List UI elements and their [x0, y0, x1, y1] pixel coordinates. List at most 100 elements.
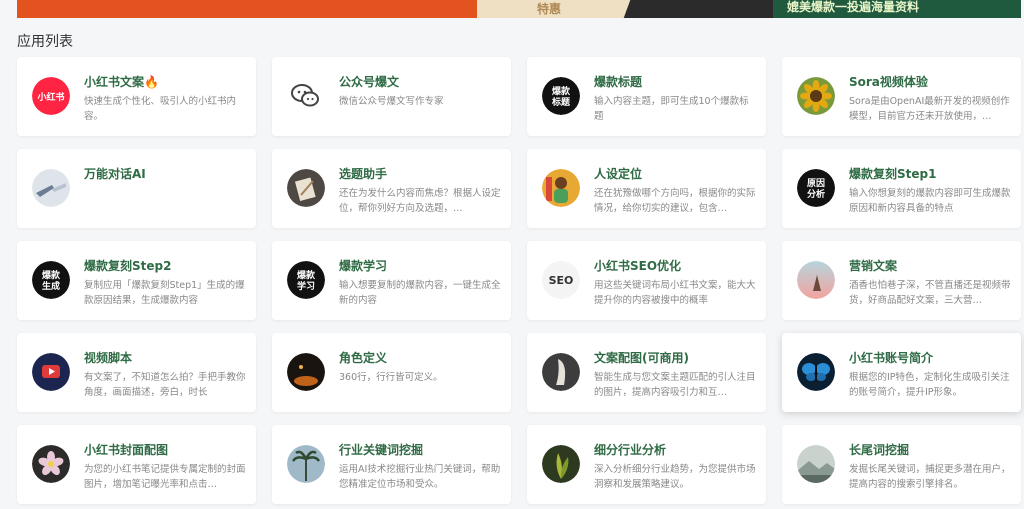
app-card-description: 微信公众号爆文写作专家: [339, 96, 444, 107]
app-card-title: 营销文案: [849, 259, 898, 273]
app-card[interactable]: 小红书封面配图为您的小红书笔记提供专属定制的封面图片，增加笔记曝光率和点击…: [17, 425, 256, 504]
section-title: 应用列表: [17, 34, 73, 50]
generate-icon-graphic: 爆款生成: [32, 261, 70, 299]
banner-segment-right: 媲美爆款一投遍海量资料: [773, 0, 1021, 18]
app-card-description: 根据您的IP特色，定制化生成吸引关注的账号简介，提升IP形象。: [849, 372, 1010, 398]
app-card-title: 角色定义: [339, 351, 388, 365]
butterfly-icon-graphic: [797, 353, 835, 391]
app-card-title: 人设定位: [594, 167, 643, 181]
app-card-description: 还在为发什么内容而焦虑？根据人设定位，帮你列好方向及选题，…: [339, 188, 501, 214]
app-card[interactable]: 营销文案 酒香也怕巷子深，不管直播还是视频带货，好商品配好文案，三大营…: [782, 241, 1021, 320]
app-card[interactable]: 长尾词挖掘发掘长尾关键词，捕捉更多潜在用户，提高内容的搜索引擎排名。: [782, 425, 1021, 504]
app-card-description: 快速生成个性化、吸引人的小红书内容。: [84, 96, 237, 122]
app-card-title: 长尾词挖掘: [849, 443, 910, 457]
app-card[interactable]: 爆款 标题 爆款标题 输入内容主题，即可生成10个爆款标题: [527, 57, 766, 136]
video-play-icon-graphic: [32, 353, 70, 391]
flower-icon-graphic: [32, 445, 70, 483]
app-card-description: 输入想要复制的爆款内容，一键生成全新的内容: [339, 280, 501, 306]
app-card-description: 发掘长尾关键词，捕捉更多潜在用户，提高内容的搜索引擎排名。: [849, 464, 1011, 490]
app-card[interactable]: 万能对话AI: [17, 149, 256, 228]
plant-icon: [542, 445, 580, 483]
app-card[interactable]: Sora视频体验 Sora是由OpenAI最新开发的视频创作模型，目前官方还未开放…: [782, 57, 1021, 136]
app-card-title: 选题助手: [339, 167, 388, 181]
app-card[interactable]: 细分行业分析深入分析细分行业趋势，为您提供市场洞察和发展策略建议。: [527, 425, 766, 504]
butterfly-icon: [797, 353, 835, 391]
app-card-title: 小红书封面配图: [84, 443, 169, 457]
app-card-description: 用这些关键词布局小红书文案，能大大提升你的内容被搜中的概率: [594, 280, 756, 306]
flower-icon: [32, 445, 70, 483]
palm-tree-icon-graphic: [287, 445, 325, 483]
sunflower-icon-graphic: [797, 77, 835, 115]
palm-tree-icon: [287, 445, 325, 483]
app-card[interactable]: 原因 分析 爆款复刻Step1 输入你想复刻的爆款内容即可生成爆款原因和新内容具备的特…: [782, 149, 1021, 228]
study-icon-graphic: 爆款学习: [287, 261, 325, 299]
top-banner[interactable]: 特惠 媲美爆款一投遍海量资料: [17, 0, 1021, 18]
app-card[interactable]: 爆款 学习 爆款学习 输入想要复制的爆款内容，一键生成全新的内容: [272, 241, 511, 320]
xiaohongshu-logo-icon: 小红书: [32, 77, 70, 115]
banner-segment-left: [17, 0, 477, 18]
app-card-title: 行业关键词挖掘: [339, 443, 424, 457]
app-card[interactable]: 人设定位还在犹豫做哪个方向吗，根据你的实际情况，给你切实的建议，包含…: [527, 149, 766, 228]
app-card-title: 爆款复刻Step2: [84, 259, 172, 273]
app-card-title: 万能对话AI: [84, 167, 146, 181]
notebook-icon-graphic: [287, 169, 325, 207]
app-card-description: 360行，行行皆可定义。: [339, 372, 443, 383]
app-card-title: 小红书文案🔥: [84, 75, 159, 89]
svg-text:小红书: 小红书: [36, 91, 64, 103]
app-card[interactable]: 视频脚本有文案了，不知道怎么拍？手把手教你角度，画面描述，旁白，时长: [17, 333, 256, 412]
svg-text:学习: 学习: [297, 280, 315, 292]
app-card[interactable]: 角色定义 360行，行行皆可定义。: [272, 333, 511, 412]
app-card-title: 细分行业分析: [594, 443, 667, 457]
plant-icon-graphic: [542, 445, 580, 483]
app-card-title: 小红书账号简介: [849, 351, 934, 365]
hot-title-icon: 爆款 标题: [542, 77, 580, 115]
svg-text:爆款: 爆款: [552, 85, 571, 97]
app-card-description: 深入分析细分行业趋势，为您提供市场洞察和发展策略建议。: [594, 464, 756, 490]
night-scene-icon: [287, 353, 325, 391]
robot-hand-icon-graphic: [32, 169, 70, 207]
banner-stripe: [621, 0, 773, 18]
hot-title-icon-graphic: 爆款标题: [542, 77, 580, 115]
portrait-icon-graphic: [542, 169, 580, 207]
night-scene-icon-graphic: [287, 353, 325, 391]
svg-text:标题: 标题: [551, 96, 571, 108]
svg-text:爆款: 爆款: [297, 269, 316, 281]
app-card-description: 有文案了，不知道怎么拍？手把手教你角度，画面描述，旁白，时长: [84, 372, 246, 398]
banner-segment-middle: 特惠: [477, 0, 773, 18]
figure-art-icon: [542, 353, 580, 391]
app-card[interactable]: 爆款 生成 爆款复刻Step2 复制应用「爆款复刻Step1」生成的爆款原因结果，生成…: [17, 241, 256, 320]
app-card[interactable]: 公众号爆文微信公众号爆文写作专家: [272, 57, 511, 136]
app-card-description: 运用AI技术挖掘行业热门关键词，帮助您精准定位市场和受众。: [339, 464, 501, 490]
figure-art-icon-graphic: [542, 353, 580, 391]
app-card-title: Sora视频体验: [849, 75, 928, 89]
landscape-icon-graphic: [797, 445, 835, 483]
analysis-icon: 原因 分析: [797, 169, 835, 207]
study-icon: 爆款 学习: [287, 261, 325, 299]
app-card-description: 智能生成与您文案主题匹配的引人注目的图片，提高内容吸引力和互…: [594, 372, 756, 398]
banner-middle-text: 特惠: [537, 2, 562, 16]
app-card[interactable]: 选题助手还在为发什么内容而焦虑？根据人设定位，帮你列好方向及选题，…: [272, 149, 511, 228]
app-card[interactable]: SEO 小红书SEO优化 用这些关键词布局小红书文案，能大大提升你的内容被搜中的概率: [527, 241, 766, 320]
sunflower-icon: [797, 77, 835, 115]
landscape-icon: [797, 445, 835, 483]
wechat-icon: [287, 77, 325, 115]
app-card-description: 为您的小红书笔记提供专属定制的封面图片，增加笔记曝光率和点击…: [84, 464, 246, 490]
app-card[interactable]: 小红书 小红书文案🔥 快速生成个性化、吸引人的小红书内容。: [17, 57, 256, 136]
app-card[interactable]: 小红书账号简介根据您的IP特色，定制化生成吸引关注的账号简介，提升IP形象。: [782, 333, 1021, 412]
app-card[interactable]: 文案配图(可商用) 智能生成与您文案主题匹配的引人注目的图片，提高内容吸引力和互…: [527, 333, 766, 412]
marketing-icon-graphic: [797, 261, 835, 299]
app-card-title: 小红书SEO优化: [594, 259, 682, 273]
app-card-description: 输入你想复刻的爆款内容即可生成爆款原因和新内容具备的特点: [849, 188, 1011, 214]
marketing-icon: [797, 261, 835, 299]
notebook-icon: [287, 169, 325, 207]
wechat-icon-graphic: [287, 77, 325, 115]
svg-text:生成: 生成: [42, 280, 60, 292]
app-card-title: 爆款复刻Step1: [849, 167, 937, 181]
app-card-title: 公众号爆文: [339, 75, 400, 89]
app-card-description: 复制应用「爆款复刻Step1」生成的爆款原因结果，生成爆款内容: [84, 280, 245, 306]
app-card-description: 还在犹豫做哪个方向吗，根据你的实际情况，给你切实的建议，包含…: [594, 188, 756, 214]
app-card-title: 爆款学习: [339, 259, 388, 273]
app-card-title: 视频脚本: [84, 351, 133, 365]
app-card[interactable]: 行业关键词挖掘运用AI技术挖掘行业热门关键词，帮助您精准定位市场和受众。: [272, 425, 511, 504]
svg-text:原因: 原因: [807, 178, 825, 189]
